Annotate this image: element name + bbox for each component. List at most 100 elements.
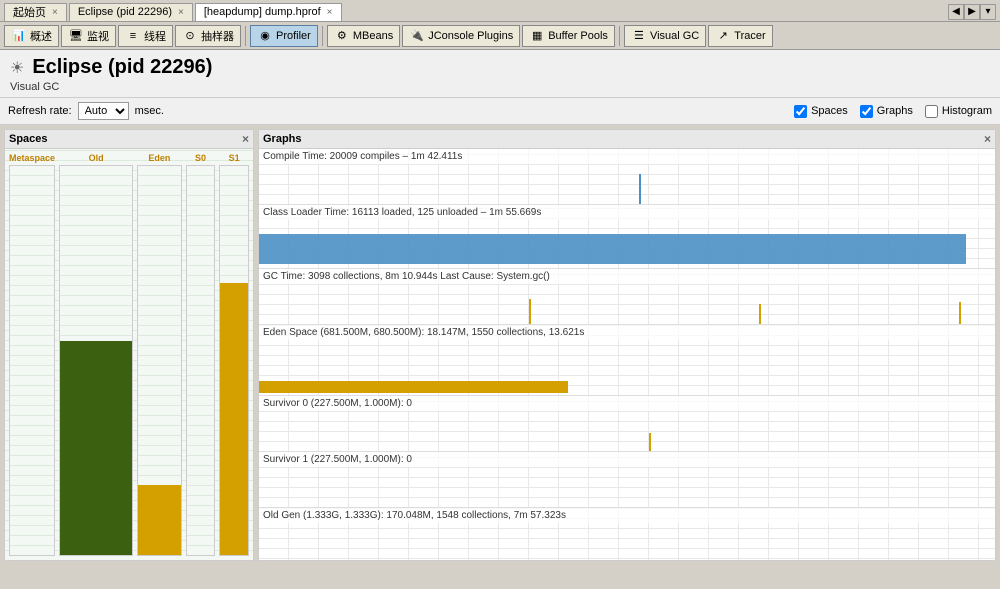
s0-bar-container <box>186 165 216 556</box>
btn-visual-gc[interactable]: ☰ Visual GC <box>624 25 706 47</box>
tab-start[interactable]: 起始页 × <box>4 3 67 21</box>
btn-buffer[interactable]: ▦ Buffer Pools <box>522 25 615 47</box>
histogram-checkbox[interactable] <box>925 105 938 118</box>
spaces-checkbox-label: Spaces <box>811 105 848 117</box>
eden-column: Eden <box>137 153 182 556</box>
gc-spike2 <box>759 304 761 324</box>
gc-time-area <box>259 284 995 324</box>
nav-right[interactable]: ▶ <box>964 4 980 20</box>
toolbar-sep1 <box>245 26 246 46</box>
btn-monitor[interactable]: 🖥 监视 <box>61 25 116 47</box>
class-loader-bar <box>259 234 966 264</box>
nav-down[interactable]: ▾ <box>980 4 996 20</box>
survivor1-row: Survivor 1 (227.500M, 1.000M): 0 <box>259 452 995 508</box>
class-loader-area <box>259 220 995 268</box>
visual-gc-label: Visual GC <box>10 81 990 93</box>
tab-eclipse[interactable]: Eclipse (pid 22296) × <box>69 3 193 21</box>
tracer-icon: ↗ <box>715 28 731 44</box>
compile-time-area <box>259 164 995 204</box>
tab-close-start[interactable]: × <box>52 7 58 18</box>
spaces-checkbox[interactable] <box>794 105 807 118</box>
spaces-panel-header: Spaces × <box>5 130 253 149</box>
metaspace-column: Metaspace <box>9 153 55 556</box>
graphs-content[interactable]: Compile Time: 20009 compiles – 1m 42.411… <box>259 149 995 560</box>
old-label: Old <box>89 153 104 163</box>
eden-label: Eden <box>148 153 170 163</box>
spaces-checkbox-group[interactable]: Spaces <box>794 105 848 118</box>
old-gen-area <box>259 523 995 560</box>
class-loader-row: Class Loader Time: 16113 loaded, 125 unl… <box>259 205 995 269</box>
s1-column: S1 <box>219 153 249 556</box>
old-column: Old <box>59 153 133 556</box>
graphs-panel: Graphs × Compile Time: 20009 compiles – … <box>258 129 996 561</box>
graphs-panel-close[interactable]: × <box>984 132 991 146</box>
survivor1-label: Survivor 1 (227.500M, 1.000M): 0 <box>259 452 995 467</box>
btn-tracer[interactable]: ↗ Tracer <box>708 25 772 47</box>
compile-time-label: Compile Time: 20009 compiles – 1m 42.411… <box>259 149 995 164</box>
eden-bar <box>259 381 568 393</box>
class-loader-label: Class Loader Time: 16113 loaded, 125 unl… <box>259 205 995 220</box>
graphs-checkbox[interactable] <box>860 105 873 118</box>
gc-icon: ☰ <box>631 28 647 44</box>
window-header: ☀ Eclipse (pid 22296) Visual GC <box>0 50 1000 98</box>
histogram-checkbox-label: Histogram <box>942 105 992 117</box>
profiler-icon: ◉ <box>257 28 273 44</box>
eden-bar-container <box>137 165 182 556</box>
gc-spike1 <box>529 299 531 324</box>
s0-column: S0 <box>186 153 216 556</box>
eden-space-row: Eden Space (681.500M, 680.500M): 18.147M… <box>259 325 995 396</box>
tab-close-eclipse[interactable]: × <box>178 7 184 18</box>
compile-time-row: Compile Time: 20009 compiles – 1m 42.411… <box>259 149 995 205</box>
buffer-icon: ▦ <box>529 28 545 44</box>
old-gen-label: Old Gen (1.333G, 1.333G): 170.048M, 1548… <box>259 508 995 523</box>
old-gen-row: Old Gen (1.333G, 1.333G): 170.048M, 1548… <box>259 508 995 560</box>
btn-plugins[interactable]: 🔌 JConsole Plugins <box>402 25 520 47</box>
nav-left[interactable]: ◀ <box>948 4 964 20</box>
metaspace-label: Metaspace <box>9 153 55 163</box>
btn-threads[interactable]: ≡ 线程 <box>118 25 173 47</box>
graphs-panel-header: Graphs × <box>259 130 995 149</box>
tab-close-heap[interactable]: × <box>327 7 333 18</box>
btn-overview[interactable]: 📊 概述 <box>4 25 59 47</box>
refresh-select[interactable]: Auto 1000 2000 5000 <box>78 102 129 120</box>
histogram-checkbox-group[interactable]: Histogram <box>925 105 992 118</box>
browser-tabs: 起始页 × Eclipse (pid 22296) × [heapdump] d… <box>0 0 1000 22</box>
graphs-checkbox-group[interactable]: Graphs <box>860 105 913 118</box>
gc-spike3 <box>959 302 961 324</box>
btn-mbeans[interactable]: ⚙ MBeans <box>327 25 400 47</box>
survivor0-spike <box>649 433 651 451</box>
compile-spike <box>639 174 641 204</box>
survivor0-area <box>259 411 995 451</box>
eden-space-area <box>259 340 995 395</box>
refresh-unit: msec. <box>135 105 164 117</box>
graphs-checkbox-label: Graphs <box>877 105 913 117</box>
spaces-panel-close[interactable]: × <box>242 132 249 146</box>
eden-bar-fill <box>138 485 181 555</box>
metaspace-bar-container <box>9 165 55 556</box>
btn-profiler[interactable]: ◉ Profiler <box>250 25 318 47</box>
gc-time-label: GC Time: 3098 collections, 8m 10.944s La… <box>259 269 995 284</box>
survivor0-row: Survivor 0 (227.500M, 1.000M): 0 <box>259 396 995 452</box>
s0-label: S0 <box>195 153 206 163</box>
s1-bar-fill <box>220 283 248 555</box>
spaces-panel: Spaces × Metaspace Old Eden <box>4 129 254 561</box>
survivor0-label: Survivor 0 (227.500M, 1.000M): 0 <box>259 396 995 411</box>
sampler-icon: ⊙ <box>182 28 198 44</box>
refresh-label: Refresh rate: <box>8 105 72 117</box>
mbeans-icon: ⚙ <box>334 28 350 44</box>
toolbar-sep2 <box>322 26 323 46</box>
old-bar-fill <box>60 341 132 555</box>
tab-heap[interactable]: [heapdump] dump.hprof × <box>195 3 342 21</box>
toolbar: 📊 概述 🖥 监视 ≡ 线程 ⊙ 抽样器 ◉ Profiler ⚙ MBeans… <box>0 22 1000 50</box>
thread-icon: ≡ <box>125 28 141 44</box>
eden-space-label: Eden Space (681.500M, 680.500M): 18.147M… <box>259 325 995 340</box>
graphs-panel-title: Graphs <box>263 133 302 145</box>
toolbar-sep3 <box>619 26 620 46</box>
s1-label: S1 <box>229 153 240 163</box>
spaces-panel-title: Spaces <box>9 133 48 145</box>
btn-sampler[interactable]: ⊙ 抽样器 <box>175 25 241 47</box>
s1-bar-container <box>219 165 249 556</box>
gc-time-row: GC Time: 3098 collections, 8m 10.944s La… <box>259 269 995 325</box>
plugins-icon: 🔌 <box>409 28 425 44</box>
nav-arrows: ◀ ▶ ▾ <box>948 4 996 20</box>
